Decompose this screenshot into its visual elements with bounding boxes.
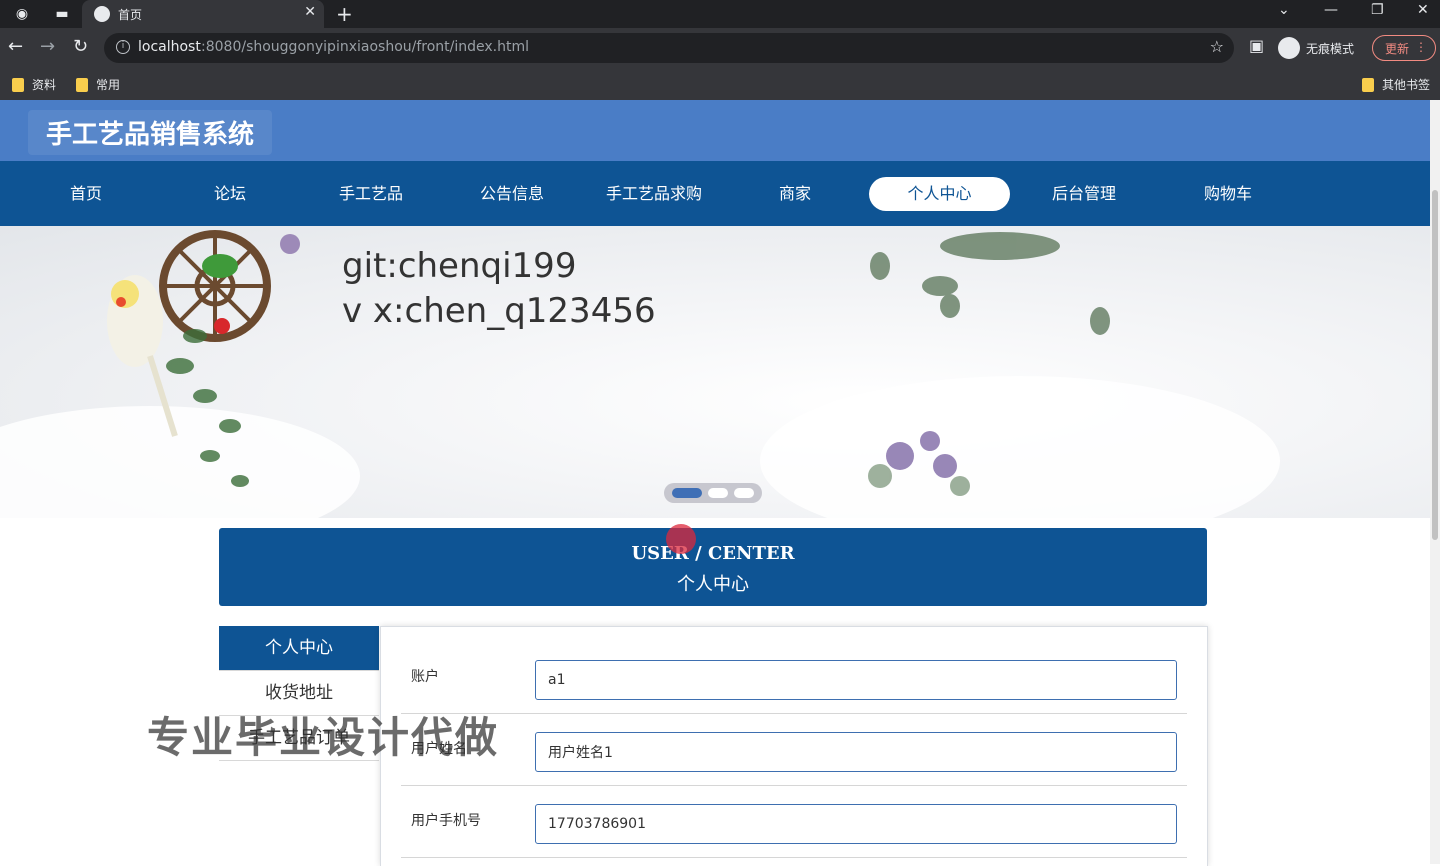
watermark-overlay: 专业毕业设计代做 xyxy=(147,713,500,762)
carousel-dot[interactable] xyxy=(734,488,754,498)
site-header: 手工艺品销售系统 xyxy=(0,100,1440,161)
forward-icon[interactable]: → xyxy=(40,36,55,57)
browser-chrome: ◉ ▬ 首页 ✕ + ⌄ — ❐ ✕ ← → ↻ i localhost :80… xyxy=(0,0,1440,100)
bookmarks-bar: 资料 常用 其他书签 xyxy=(0,68,1440,100)
phone-label: 用户手机号 xyxy=(411,813,481,829)
url-path: :8080/shouggonyipinxiaoshou/front/index.… xyxy=(201,39,530,55)
nav-item-admin[interactable]: 后台管理 xyxy=(1034,177,1134,211)
restore-icon[interactable]: ❐ xyxy=(1371,2,1384,18)
side-panel-icon[interactable]: ▣ xyxy=(1249,36,1264,55)
bookmark-folder-resources[interactable]: 资料 xyxy=(12,76,56,93)
page-scrollbar[interactable] xyxy=(1430,100,1440,864)
folder-icon xyxy=(12,77,24,92)
incognito-icon xyxy=(1278,37,1300,59)
user-center-title-bar: USER / CENTER 个人中心 xyxy=(219,528,1207,606)
nav-item-cart[interactable]: 购物车 xyxy=(1178,177,1278,211)
form-row-phone: 用户手机号 xyxy=(401,786,1187,858)
other-bookmarks[interactable]: 其他书签 xyxy=(1362,76,1430,93)
bookmark-folder-common[interactable]: 常用 xyxy=(76,76,120,93)
carousel-dot[interactable] xyxy=(708,488,728,498)
close-window-icon[interactable]: ✕ xyxy=(1417,2,1429,18)
reload-icon[interactable]: ↻ xyxy=(73,36,88,57)
account-input[interactable] xyxy=(535,660,1177,700)
site-info-icon[interactable]: i xyxy=(116,40,130,54)
profile-label: 无痕模式 xyxy=(1306,41,1355,56)
other-bookmarks-label: 其他书签 xyxy=(1382,78,1431,92)
phone-input[interactable] xyxy=(535,804,1177,844)
folder-icon xyxy=(1362,77,1374,92)
nav-item-user-center[interactable]: 个人中心 xyxy=(869,177,1010,211)
nav-item-purchase-requests[interactable]: 手工艺品求购 xyxy=(594,177,714,211)
user-name-input[interactable] xyxy=(535,732,1177,772)
url-host: localhost xyxy=(138,39,201,55)
account-label: 账户 xyxy=(411,669,439,685)
banner-text-line2: v x:chen_q123456 xyxy=(342,291,656,331)
carousel-dot-active[interactable] xyxy=(672,488,702,498)
banner-text-line1: git:chenqi199 xyxy=(342,246,577,286)
user-center-title-cn: 个人中心 xyxy=(677,574,749,595)
tab-title: 首页 xyxy=(118,8,143,22)
globe-icon xyxy=(94,6,110,22)
chrome-menu-icon[interactable]: ◉ xyxy=(12,4,32,24)
user-center-title-en: USER / CENTER xyxy=(631,543,795,564)
bookmark-star-icon[interactable]: ☆ xyxy=(1210,37,1224,56)
nav-item-home[interactable]: 首页 xyxy=(36,177,136,211)
site-title: 手工艺品销售系统 xyxy=(28,110,273,155)
minimize-icon[interactable]: — xyxy=(1324,2,1338,18)
bookmark-label: 常用 xyxy=(96,78,121,92)
incognito-profile[interactable]: 无痕模式 xyxy=(1278,37,1354,59)
scrollbar-thumb[interactable] xyxy=(1432,190,1438,540)
banner-carousel[interactable]: git:chenqi199 v x:chen_q123456 xyxy=(0,226,1440,518)
new-tab-icon[interactable]: + xyxy=(336,2,353,26)
browser-toolbar: ← → ↻ i localhost :8080/shouggonyipinxia… xyxy=(0,28,1440,68)
address-bar[interactable]: i localhost :8080/shouggonyipinxiaoshou/… xyxy=(104,33,1234,63)
main-nav: 首页 论坛 手工艺品 公告信息 手工艺品求购 商家 个人中心 后台管理 购物车 xyxy=(0,161,1440,226)
update-label: 更新 xyxy=(1385,42,1410,56)
profile-form: 账户 用户姓名 用户手机号 xyxy=(380,626,1208,866)
form-row-user-name: 用户姓名 xyxy=(401,714,1187,786)
browser-tab-active[interactable]: 首页 ✕ xyxy=(82,0,324,28)
tab-search-icon[interactable]: ▬ xyxy=(52,4,72,24)
back-icon[interactable]: ← xyxy=(8,36,23,57)
nav-item-forum[interactable]: 论坛 xyxy=(180,177,280,211)
nav-item-handicrafts[interactable]: 手工艺品 xyxy=(321,177,421,211)
banner-artwork xyxy=(107,230,1110,496)
close-tab-icon[interactable]: ✕ xyxy=(304,4,316,20)
side-item-user-center[interactable]: 个人中心 xyxy=(219,626,379,671)
mouse-cursor-highlight xyxy=(666,524,696,554)
nav-item-announcements[interactable]: 公告信息 xyxy=(462,177,562,211)
carousel-pagination xyxy=(664,483,762,503)
tab-list-chevron-icon[interactable]: ⌄ xyxy=(1278,2,1290,18)
folder-icon xyxy=(76,77,88,92)
tab-strip: ◉ ▬ 首页 ✕ + ⌄ — ❐ ✕ xyxy=(0,0,1440,28)
update-button[interactable]: 更新 ⋮ xyxy=(1372,35,1436,61)
form-row-account: 账户 xyxy=(401,642,1187,714)
bookmark-label: 资料 xyxy=(32,78,57,92)
kebab-menu-icon[interactable]: ⋮ xyxy=(1415,40,1427,54)
nav-item-merchants[interactable]: 商家 xyxy=(745,177,845,211)
